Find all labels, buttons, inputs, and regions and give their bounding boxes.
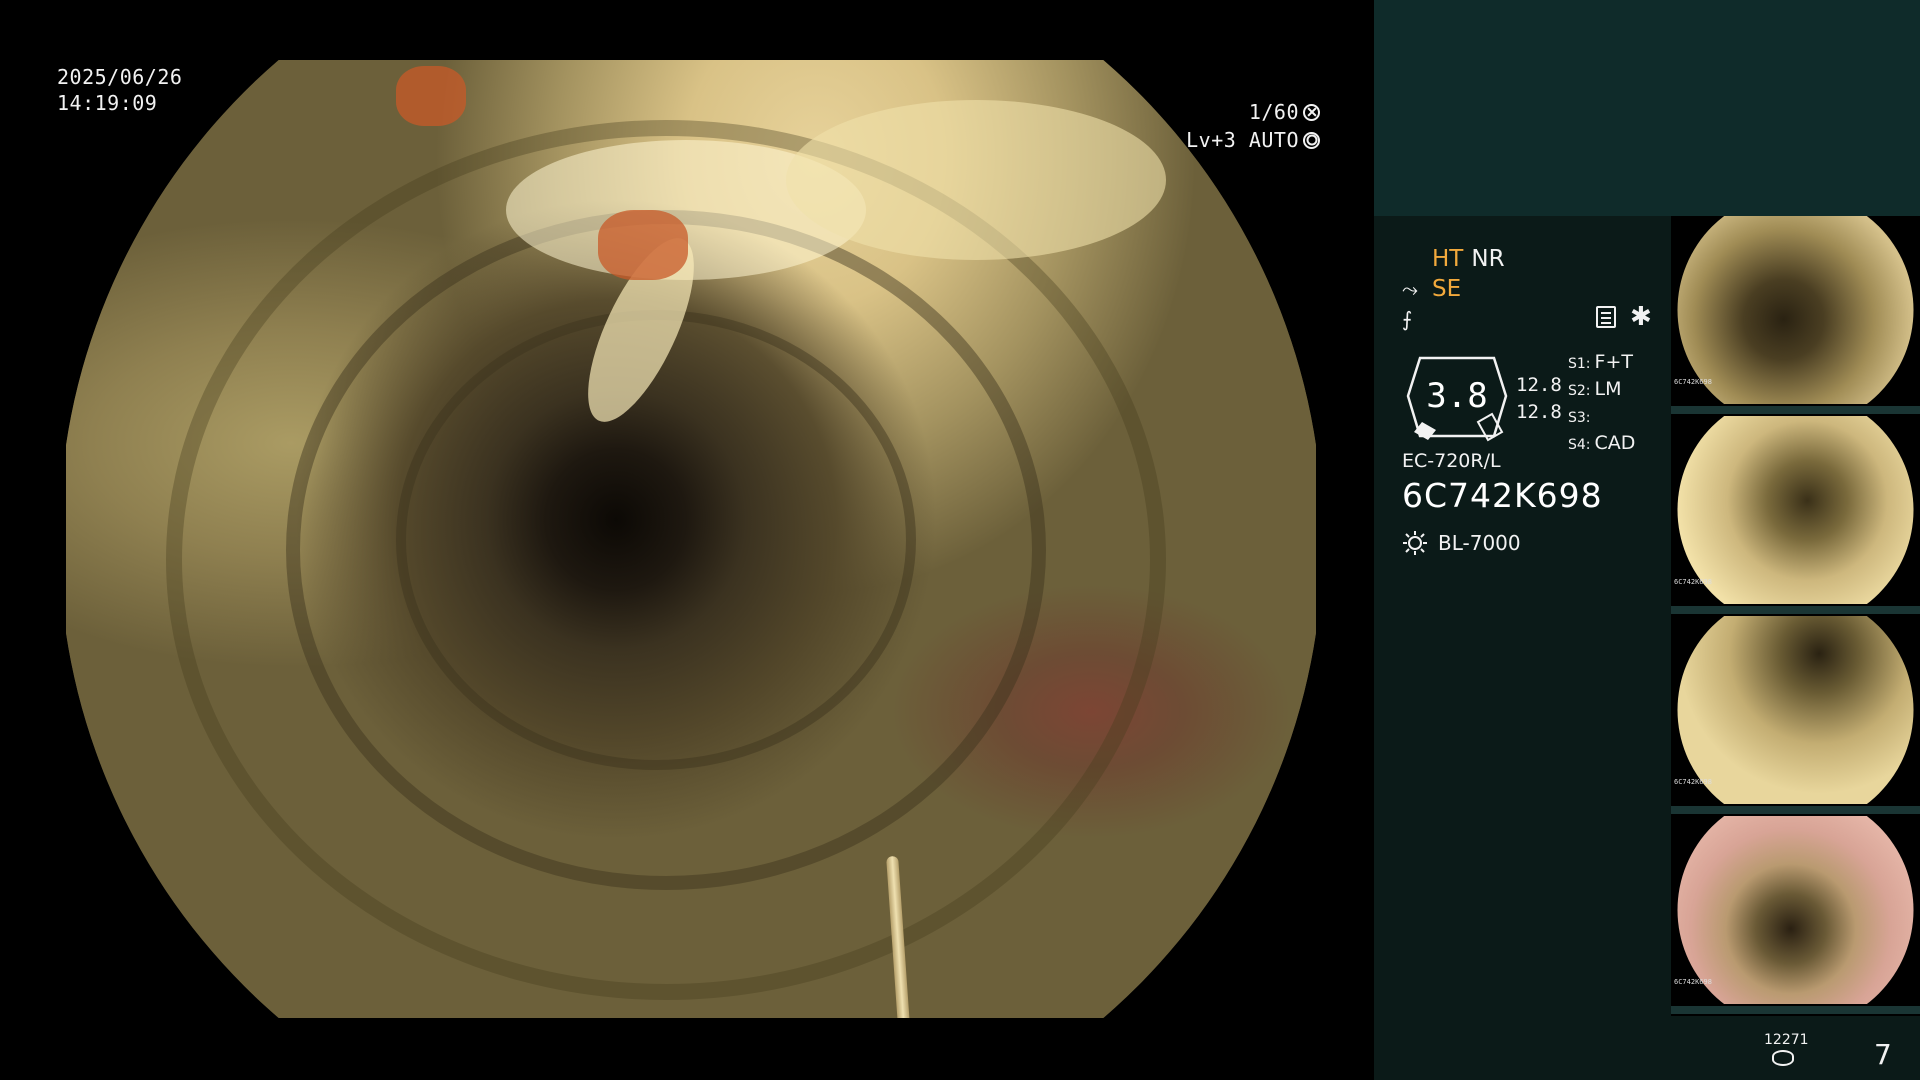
- structure-enhance-icon: ⤳: [1402, 277, 1418, 301]
- gauge-value: 3.8: [1426, 376, 1488, 416]
- page-number: 7: [1874, 1038, 1892, 1071]
- document-icon: [1596, 306, 1616, 328]
- freeze-icon: ⨍: [1402, 307, 1413, 331]
- ht-flag: HT: [1432, 246, 1464, 272]
- thumbnail-bar: [1671, 806, 1920, 814]
- brightness-level: Lv+3 AUTO: [1186, 128, 1299, 152]
- date-text: 2025/06/26: [57, 65, 183, 89]
- gauge-scale: 12.8 12.8: [1516, 372, 1562, 426]
- enhancement-row: HT NR: [1402, 244, 1672, 274]
- thumbnail-bar: [1671, 606, 1920, 614]
- time-text: 14:19:09: [57, 91, 158, 115]
- thumbnail-serial: 6C742K698: [1674, 578, 1712, 586]
- thumbnail-serial: 6C742K698: [1674, 978, 1712, 986]
- thumbnail-serial: 6C742K698: [1674, 378, 1712, 386]
- thumbnail-bar: [1671, 406, 1920, 414]
- processor-settings: HT NR ⤳ SE ⨍ ✱: [1402, 244, 1672, 334]
- thumbnail-image: [1677, 216, 1914, 404]
- aux-icons: ✱: [1596, 302, 1652, 332]
- mode-row: S3:: [1568, 410, 1591, 426]
- thumbnail[interactable]: 6C742K698: [1671, 216, 1920, 416]
- scope-switch-modes: S1: F+T S2: LM S3: S4: CAD: [1568, 350, 1635, 458]
- scope-serial: 6C742K698: [1402, 476, 1603, 515]
- light-source: BL-7000: [1402, 530, 1521, 556]
- thumbnail-image: [1677, 816, 1914, 1004]
- info-panel: HT NR ⤳ SE ⨍ ✱ 3.8 12.8 12.8 S1: F+T S2:…: [1374, 0, 1920, 1080]
- scope-model: EC-720R/L: [1402, 450, 1501, 472]
- structure-row: ⤳ SE: [1402, 274, 1672, 304]
- red-patch: [396, 66, 466, 126]
- red-patch: [598, 210, 688, 280]
- asterisk-icon: ✱: [1630, 302, 1652, 332]
- exposure-info: 1/60 Lv+3 AUTO: [1186, 98, 1320, 154]
- thumbnail-serial: 6C742K698: [1674, 778, 1712, 786]
- mode-row: S1: F+T: [1568, 351, 1633, 373]
- timestamp: 2025/06/26 14:19:09: [57, 64, 182, 116]
- captured-thumbnails: 6C742K698 6C742K698 6C742K698 6C742K698: [1671, 216, 1920, 1016]
- thumbnail-image: [1677, 616, 1914, 804]
- scale-top: 12.8: [1516, 374, 1562, 396]
- image-count: 12271: [1764, 1032, 1809, 1048]
- auto-iris-icon: [1303, 131, 1320, 149]
- se-flag: SE: [1432, 276, 1462, 302]
- shutter-speed: 1/60: [1248, 100, 1299, 124]
- specular-highlight: [786, 100, 1166, 260]
- endoscope-live-view: [66, 60, 1316, 1018]
- shutter-icon: [1303, 103, 1320, 121]
- mode-row: S2: LM: [1568, 378, 1622, 400]
- scale-bottom: 12.8: [1516, 401, 1562, 423]
- endoscopy-display: 2025/06/26 14:19:09 1/60 Lv+3 AUTO HT NR…: [0, 0, 1920, 1080]
- thumbnail-bar: [1671, 1006, 1920, 1014]
- storage-disk-icon: [1772, 1050, 1794, 1066]
- thumbnail[interactable]: 6C742K698: [1671, 816, 1920, 1016]
- thumbnail[interactable]: 6C742K698: [1671, 416, 1920, 616]
- nr-flag: NR: [1471, 246, 1505, 272]
- mode-row: S4: CAD: [1568, 432, 1636, 454]
- thumbnail[interactable]: 6C742K698: [1671, 616, 1920, 816]
- light-source-model: BL-7000: [1438, 531, 1521, 555]
- thumbnail-image: [1677, 416, 1914, 604]
- patient-info-band: [1374, 0, 1920, 216]
- light-source-icon: [1403, 531, 1427, 555]
